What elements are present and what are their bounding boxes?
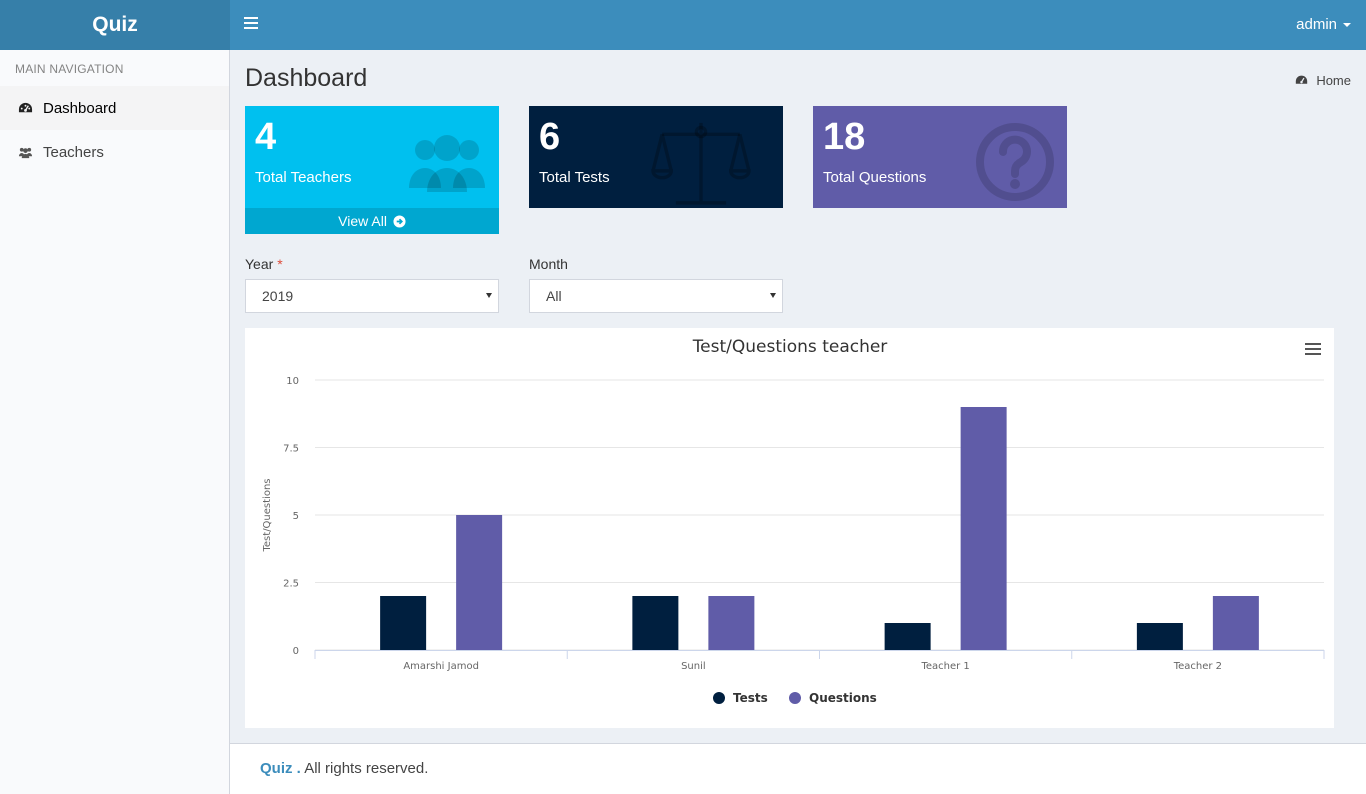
sidebar-item-label: Dashboard [43, 99, 117, 117]
y-tick-label: 2.5 [283, 579, 299, 590]
main-content: Dashboard Home 4 Total Teachers View All… [230, 50, 1366, 743]
page-footer: Quiz . All rights reserved. [230, 743, 1366, 794]
question-circle-icon [976, 123, 1054, 201]
bar-questions [708, 596, 755, 650]
month-label: Month [529, 256, 568, 272]
stat-label: Total Questions [823, 169, 927, 186]
bar-tests [380, 596, 427, 650]
year-select[interactable]: 2019 [245, 279, 499, 313]
x-tick-label: Teacher 2 [1173, 661, 1222, 672]
chart-menu-icon[interactable] [1305, 343, 1321, 357]
sidebar-item-label: Teachers [43, 143, 104, 161]
bar-tests [884, 623, 931, 650]
month-select[interactable]: All [529, 279, 783, 313]
stat-value: 6 [539, 116, 561, 158]
dashboard-icon [18, 102, 33, 112]
bar-questions [1212, 596, 1259, 650]
y-tick-label: 0 [293, 646, 299, 657]
dropdown-arrow-icon [486, 293, 492, 298]
month-select-value: All [546, 288, 562, 304]
y-tick-label: 10 [286, 376, 299, 387]
breadcrumb-home: Home [1316, 73, 1351, 88]
bar-tests [1136, 623, 1183, 650]
legend-label: Tests [733, 691, 768, 705]
nav-header: MAIN NAVIGATION [15, 62, 124, 76]
stat-label: Total Tests [539, 169, 610, 186]
required-mark: * [277, 256, 283, 272]
user-name: admin [1296, 16, 1337, 33]
y-tick-label: 5 [293, 511, 299, 522]
sidebar-item-teachers[interactable]: Teachers [0, 130, 229, 174]
balance-scale-icon [651, 122, 751, 205]
app-logo[interactable]: Quiz [0, 0, 230, 50]
bar-tests [632, 596, 679, 650]
stat-value: 18 [823, 116, 866, 158]
chart-title: Test/Questions teacher [692, 337, 888, 357]
breadcrumb[interactable]: Home [1295, 73, 1351, 88]
stat-box-questions: 18 Total Questions [813, 106, 1067, 208]
bar-questions [960, 407, 1007, 650]
sidebar-item-dashboard[interactable]: Dashboard [0, 86, 229, 130]
top-navbar: Quiz admin [0, 0, 1366, 50]
user-menu[interactable]: admin [1296, 0, 1351, 50]
sidebar-toggle-icon[interactable] [244, 17, 258, 31]
stat-label: Total Teachers [255, 169, 352, 186]
arrow-circle-right-icon [393, 215, 406, 228]
users-icon [409, 135, 485, 192]
x-tick-label: Sunil [681, 661, 706, 672]
year-label-text: Year [245, 256, 274, 272]
bar-questions [456, 515, 503, 650]
stat-value: 4 [255, 116, 277, 158]
bar-chart: Test/Questions teacher 0 2.5 5 7.5 10 Test/Que… [262, 337, 1325, 705]
y-tick-label: 7.5 [283, 444, 299, 455]
year-label: Year * [245, 256, 283, 272]
users-icon [18, 147, 33, 158]
dashboard-icon [1296, 75, 1308, 84]
legend-marker [713, 692, 725, 704]
year-select-value: 2019 [262, 288, 294, 304]
caret-down-icon [1343, 23, 1351, 28]
x-tick-label: Teacher 1 [920, 661, 969, 672]
y-axis-label: Test/Questions [262, 479, 273, 553]
x-tick-label: Amarshi Jamod [403, 661, 479, 672]
legend-label: Questions [809, 691, 877, 705]
page-title: Dashboard [245, 64, 368, 92]
stat-box-tests: 6 Total Tests [529, 106, 783, 208]
chart-panel: Test/Questions teacher 0 2.5 5 7.5 10 Test/Que… [245, 328, 1334, 728]
view-all-link[interactable]: View All [245, 208, 499, 234]
view-all-label: View All [338, 213, 387, 229]
dropdown-arrow-icon [770, 293, 776, 298]
footer-brand[interactable]: Quiz . [260, 760, 301, 777]
stat-box-teachers: 4 Total Teachers View All [245, 106, 499, 234]
sidebar: MAIN NAVIGATION Dashboard Teachers [0, 50, 230, 794]
legend-marker [789, 692, 801, 704]
footer-text: All rights reserved. [304, 760, 429, 777]
